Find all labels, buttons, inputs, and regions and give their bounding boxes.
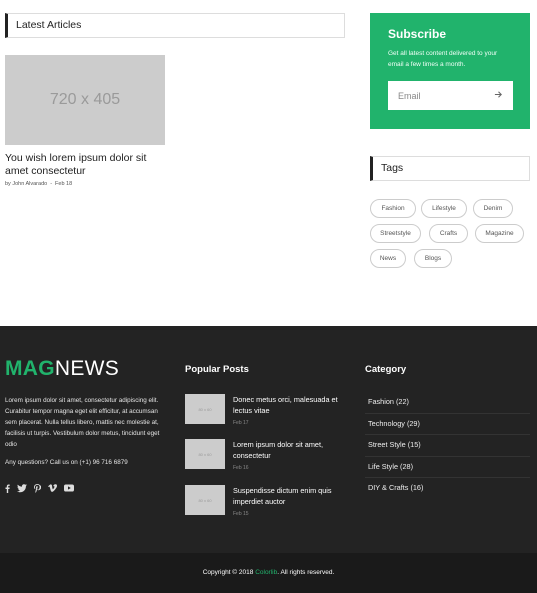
logo-mag: MAG — [5, 357, 55, 380]
arrow-right-icon[interactable] — [494, 90, 503, 102]
copyright-prefix: Copyright © 2018 — [202, 569, 256, 576]
category-title: Category — [365, 364, 407, 375]
twitter-icon[interactable] — [17, 484, 27, 495]
post-date: Feb 18 — [55, 181, 73, 187]
email-input[interactable] — [398, 90, 478, 101]
subscribe-title: Subscribe — [388, 27, 447, 41]
popular-post-thumbnail[interactable]: 80 x 60 — [185, 439, 225, 469]
popular-post-thumbnail[interactable]: 80 x 60 — [185, 394, 225, 424]
popular-post-item: 80 x 60 Suspendisse dictum enim quis imp… — [185, 485, 350, 517]
vimeo-icon[interactable] — [48, 484, 57, 495]
pinterest-icon[interactable] — [34, 484, 42, 495]
subscribe-widget: Subscribe Get all latest content deliver… — [370, 13, 530, 129]
site-footer: MAGNEWS Lorem ipsum dolor sit amet, cons… — [0, 326, 537, 553]
latest-articles-heading: Latest Articles — [5, 13, 345, 38]
popular-post-date: Feb 16 — [233, 465, 249, 471]
copyright-bar: Copyright © 2018 Colorlib. All rights re… — [0, 553, 537, 593]
post-title-link[interactable]: You wish lorem ipsum dolor sit amet cons… — [5, 152, 170, 178]
post-thumbnail-label: 720 x 405 — [49, 91, 121, 108]
popular-post-date: Feb 15 — [233, 511, 249, 517]
post-thumbnail[interactable]: 720 x 405 — [5, 55, 165, 145]
tag-news[interactable]: News — [370, 249, 406, 268]
colorlib-link[interactable]: Colorlib — [255, 569, 277, 576]
tag-streetstyle[interactable]: Streetstyle — [370, 224, 421, 243]
copyright-suffix: . All rights reserved. — [277, 569, 335, 576]
popular-post-item: 80 x 60 Lorem ipsum dolor sit amet, cons… — [185, 439, 350, 471]
post-meta: by John Alvarado - Feb 18 — [5, 181, 72, 187]
popular-post-thumbnail[interactable]: 80 x 60 — [185, 485, 225, 515]
tag-crafts[interactable]: Crafts — [429, 224, 468, 243]
category-item-street-style[interactable]: Street Style (15) — [365, 435, 530, 457]
footer-contact: Any questions? Call us on (+1) 96 716 68… — [5, 459, 128, 466]
youtube-icon[interactable] — [64, 484, 74, 495]
popular-post-title[interactable]: Lorem ipsum dolor sit amet, consectetur — [233, 439, 345, 461]
facebook-icon[interactable] — [5, 484, 10, 495]
thumb-label: 80 x 60 — [198, 451, 212, 457]
social-links — [5, 484, 74, 495]
logo-news: NEWS — [54, 357, 120, 380]
footer-about-text: Lorem ipsum dolor sit amet, consectetur … — [5, 397, 160, 448]
tags-heading: Tags — [370, 156, 530, 181]
category-item-diy-crafts[interactable]: DIY & Crafts (16) — [365, 478, 530, 500]
popular-posts-title: Popular Posts — [185, 364, 249, 375]
tag-denim[interactable]: Denim — [473, 199, 513, 218]
meta-separator: - — [50, 181, 53, 187]
popular-post-item: 80 x 60 Donec metus orci, malesuada et l… — [185, 394, 350, 426]
popular-post-title[interactable]: Donec metus orci, malesuada et lectus vi… — [233, 394, 345, 416]
category-item-fashion[interactable]: Fashion (22) — [365, 392, 530, 414]
category-item-life-style[interactable]: Life Style (28) — [365, 457, 530, 478]
tag-blogs[interactable]: Blogs — [414, 249, 452, 268]
category-list: Fashion (22) Technology (29) Street Styl… — [365, 392, 530, 500]
popular-post-date: Feb 17 — [233, 420, 249, 426]
footer-logo[interactable]: MAGNEWS — [5, 357, 119, 381]
category-item-technology[interactable]: Technology (29) — [365, 414, 530, 435]
tag-fashion[interactable]: Fashion — [370, 199, 416, 218]
subscribe-text: Get all latest content delivered to your… — [388, 50, 498, 68]
tag-lifestyle[interactable]: Lifestyle — [421, 199, 467, 218]
tag-magazine[interactable]: Magazine — [475, 224, 524, 243]
thumb-label: 80 x 60 — [198, 497, 212, 503]
post-author[interactable]: by John Alvarado — [5, 181, 47, 187]
subscribe-form — [388, 81, 513, 110]
thumb-label: 80 x 60 — [198, 406, 212, 412]
popular-post-title[interactable]: Suspendisse dictum enim quis imperdiet a… — [233, 485, 345, 507]
